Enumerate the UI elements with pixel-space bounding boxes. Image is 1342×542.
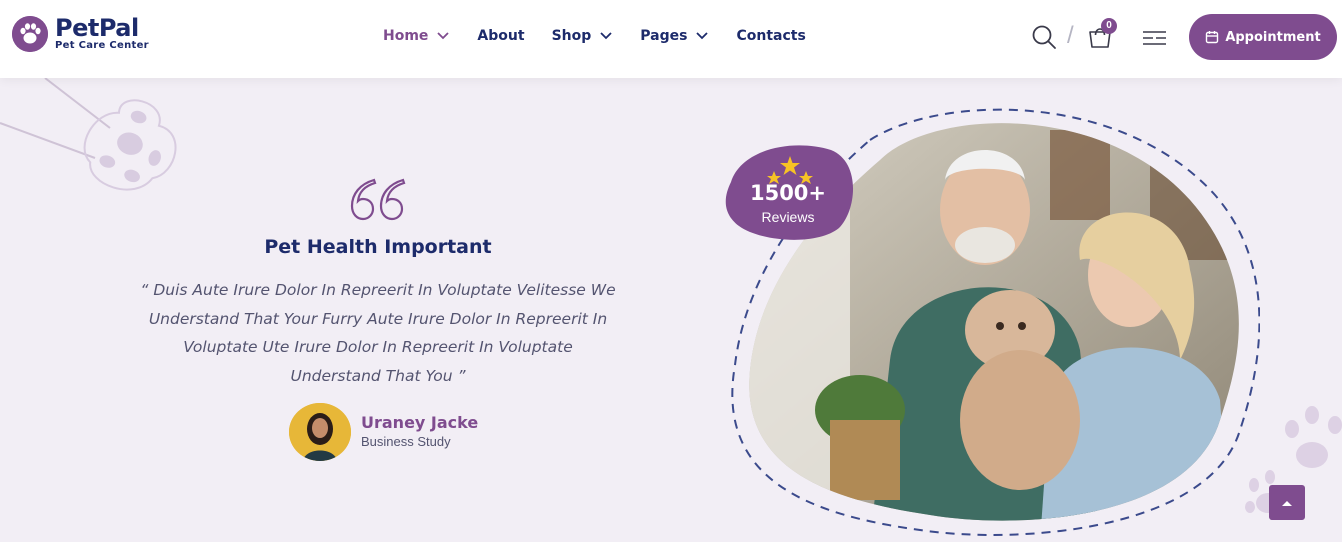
brand-name: PetPal [55,14,139,42]
nav-item-label: About [477,28,525,44]
nav-item-about[interactable]: About [477,28,524,44]
nav-item-label: Home [383,28,429,44]
chevron-down-icon [437,32,450,40]
nav-item-label: Pages [640,28,688,44]
testimonial-quote: “ Duis Aute Irure Dolor In Repreerit In … [140,281,616,385]
hamburger-icon[interactable] [1142,30,1167,46]
chevron-up-icon [1282,500,1292,506]
author-name: Uraney Jacke [361,413,479,432]
testimonial-title: Pet Health Important [264,236,492,258]
site-header: PetPal Pet Care Center Home About Shop P… [0,0,1342,78]
reviews-count: 1500+ [749,181,827,205]
brand-tagline: Pet Care Center [55,40,149,51]
main-nav: Home About Shop Pages Contacts [383,26,833,46]
paw-icon [12,16,48,52]
appointment-label: Appointment [1225,29,1321,45]
paw-decoration-icon [0,78,177,191]
nav-item-pages[interactable]: Pages [640,28,709,44]
scroll-to-top-button[interactable] [1269,485,1305,520]
avatar [289,403,351,461]
author-role: Business Study [361,434,451,449]
nav-item-shop[interactable]: Shop [552,28,614,44]
reviews-label: Reviews [761,209,815,225]
calendar-icon [1206,31,1219,44]
quote-icon [350,178,406,221]
appointment-button[interactable]: Appointment [1189,14,1337,60]
nav-item-label: Contacts [736,28,806,44]
chevron-down-icon [696,32,709,40]
logo[interactable]: PetPal Pet Care Center [12,16,149,52]
testimonial-author: Uraney Jacke Business Study [289,403,478,461]
nav-item-label: Shop [551,28,592,44]
header-separator: / [1067,22,1074,49]
chevron-down-icon [600,32,612,40]
search-icon[interactable] [1031,24,1057,50]
cart-count-badge: 0 [1101,18,1117,34]
nav-item-home[interactable]: Home [383,28,450,44]
nav-item-contacts[interactable]: Contacts [736,28,805,44]
